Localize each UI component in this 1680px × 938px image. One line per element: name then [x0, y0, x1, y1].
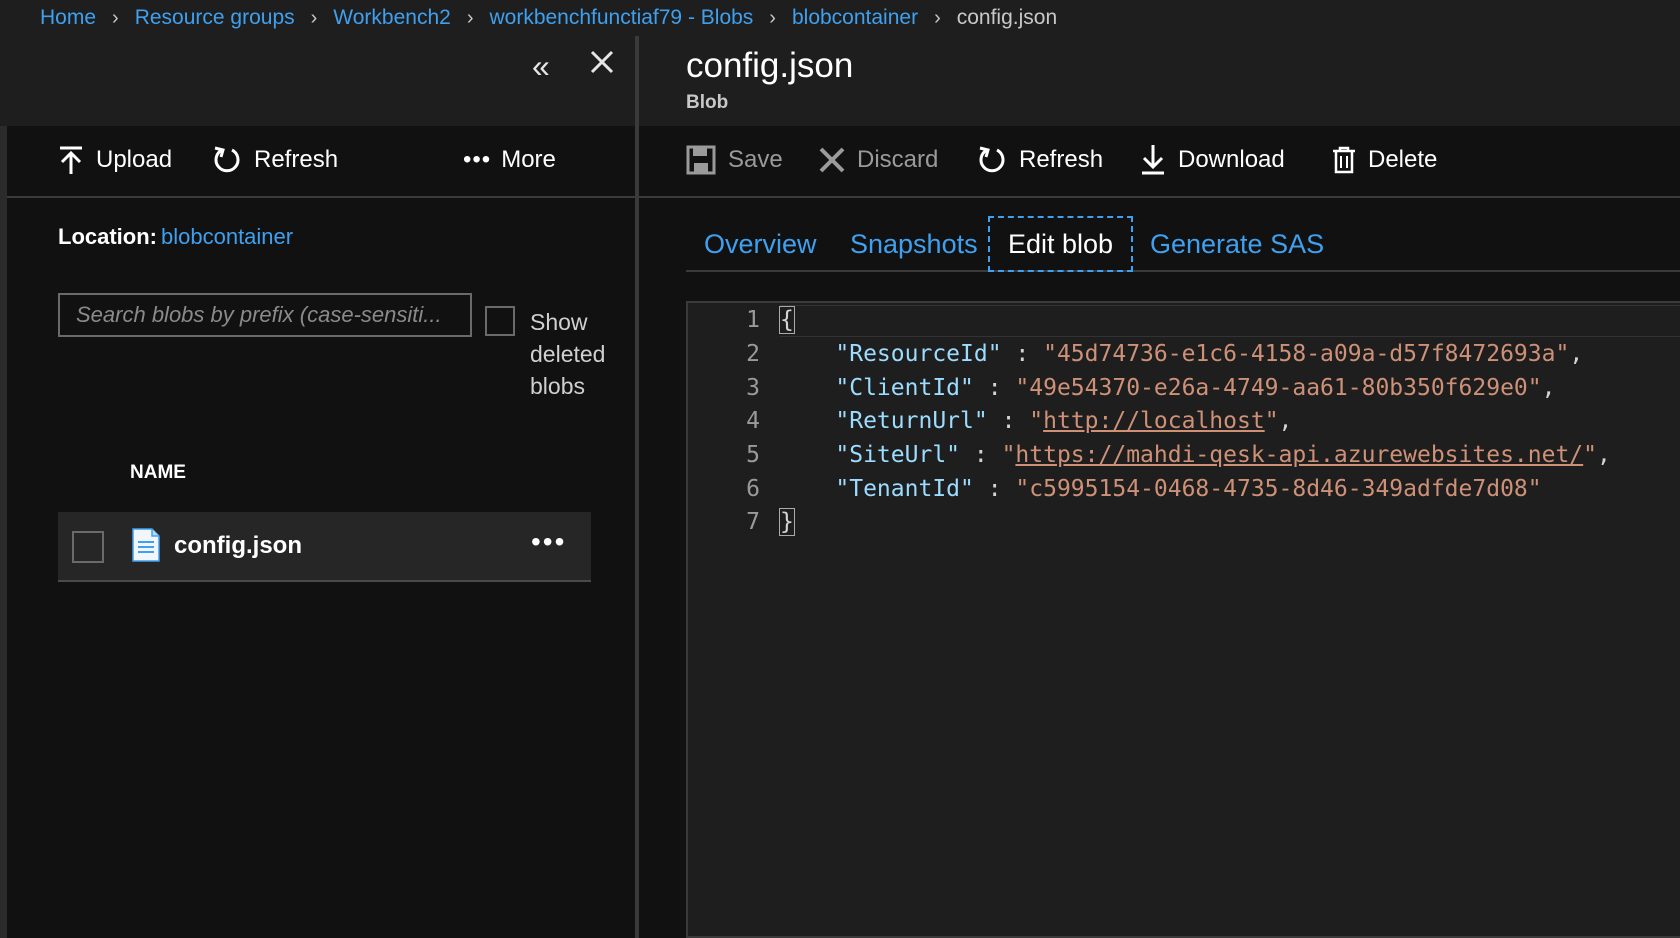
- breadcrumb-workbench2[interactable]: Workbench2: [333, 6, 451, 30]
- chevron-right-icon: ›: [310, 6, 318, 29]
- breadcrumb-blobcontainer[interactable]: blobcontainer: [792, 6, 918, 30]
- chevron-right-icon: ›: [769, 6, 776, 29]
- save-label: Save: [728, 146, 783, 173]
- discard-icon: [819, 147, 845, 173]
- download-label: Download: [1178, 146, 1285, 173]
- line-number: 5: [746, 442, 760, 468]
- refresh-button[interactable]: Refresh: [212, 140, 338, 180]
- breadcrumb-current: config.json: [956, 6, 1058, 29]
- upload-icon: [60, 146, 82, 174]
- line-number: 3: [746, 375, 760, 401]
- line-number: 1: [746, 307, 760, 333]
- show-deleted-checkbox[interactable]: [485, 306, 515, 336]
- line-number: 7: [746, 509, 760, 535]
- download-icon: [1142, 145, 1164, 175]
- right-blade: Save Discard Refresh Download Delete Ove…: [639, 126, 1680, 938]
- breadcrumb-blobs[interactable]: workbenchfunctiaf79 - Blobs: [489, 6, 753, 30]
- column-header-name[interactable]: NAME: [130, 462, 186, 484]
- collapse-icon[interactable]: «: [532, 48, 550, 85]
- blob-name[interactable]: config.json: [174, 532, 302, 560]
- chevron-right-icon: ›: [934, 6, 941, 29]
- right-toolbar: Save Discard Refresh Download Delete: [639, 126, 1680, 198]
- table-row[interactable]: config.json •••: [58, 512, 591, 582]
- search-input[interactable]: Search blobs by prefix (case-sensiti...: [58, 293, 472, 337]
- download-button[interactable]: Download: [1140, 140, 1285, 180]
- refresh-icon: [979, 146, 1005, 173]
- refresh-label: Refresh: [254, 146, 339, 173]
- more-icon: •••: [463, 146, 492, 173]
- code-editor[interactable]: 1 2 3 4 5 6 7 { "ResourceId" : "45d74736…: [686, 301, 1680, 938]
- more-button[interactable]: ••• More: [463, 140, 556, 180]
- breadcrumb: Home › Resource groups › Workbench2 › wo…: [0, 0, 1680, 36]
- code-line: "ClientId" : "49e54370-e26a-4749-aa61-80…: [835, 375, 1556, 401]
- upload-label: Upload: [96, 146, 173, 173]
- chevron-right-icon: ›: [112, 6, 119, 29]
- line-number: 6: [746, 476, 760, 502]
- close-icon[interactable]: [590, 50, 614, 79]
- code-line: "SiteUrl" : "https://mahdi-qesk-api.azur…: [835, 442, 1611, 468]
- code-line: "ResourceId" : "45d74736-e1c6-4158-a09a-…: [835, 341, 1584, 367]
- trash-icon: [1333, 146, 1355, 174]
- code-line: "ReturnUrl" : "http://localhost",: [835, 408, 1293, 434]
- location-label: Location:: [58, 224, 157, 249]
- show-deleted-label: Show deleted blobs: [530, 309, 606, 399]
- tab-generate-sas[interactable]: Generate SAS: [1150, 216, 1324, 272]
- url-link[interactable]: https://mahdi-qesk-api.azurewebsites.net…: [1015, 442, 1583, 468]
- left-toolbar: Upload Refresh ••• More: [7, 126, 635, 198]
- save-button[interactable]: Save: [686, 140, 783, 180]
- url-link[interactable]: http://localhost: [1043, 408, 1265, 434]
- save-icon: [686, 145, 716, 175]
- delete-button[interactable]: Delete: [1332, 140, 1437, 180]
- line-number: 4: [746, 408, 760, 434]
- refresh-icon: [214, 146, 240, 173]
- tab-edit-blob[interactable]: Edit blob: [988, 216, 1134, 272]
- row-more-icon[interactable]: •••: [531, 526, 566, 558]
- upload-button[interactable]: Upload: [58, 140, 172, 180]
- file-icon: [131, 528, 161, 567]
- location: Location: blobcontainer: [58, 224, 293, 250]
- tab-overview[interactable]: Overview: [704, 216, 817, 272]
- page-title: config.json: [686, 46, 854, 85]
- current-line-highlight: [780, 305, 1680, 337]
- search-placeholder: Search blobs by prefix (case-sensiti...: [76, 302, 442, 327]
- code-line: {: [779, 306, 795, 334]
- breadcrumb-resource-groups[interactable]: Resource groups: [135, 6, 295, 30]
- location-link[interactable]: blobcontainer: [161, 224, 293, 249]
- refresh-blob-button[interactable]: Refresh: [977, 140, 1103, 180]
- right-blade-header: config.json Blob: [639, 36, 1680, 126]
- discard-label: Discard: [857, 146, 939, 173]
- discard-button[interactable]: Discard: [819, 140, 938, 180]
- left-blade: Upload Refresh ••• More Location: blobcon…: [0, 126, 635, 938]
- line-number: 2: [746, 341, 760, 367]
- refresh-label: Refresh: [1019, 146, 1104, 173]
- chevron-right-icon: ›: [466, 6, 474, 29]
- tab-snapshots[interactable]: Snapshots: [850, 216, 978, 272]
- line-number-gutter: 1 2 3 4 5 6 7: [688, 303, 780, 936]
- code-line: }: [779, 508, 795, 536]
- row-checkbox[interactable]: [72, 531, 104, 563]
- page-subtitle: Blob: [686, 92, 729, 113]
- left-blade-header: «: [0, 36, 635, 126]
- tab-bar: Overview Snapshots Edit blob Generate SA…: [686, 212, 1680, 272]
- delete-label: Delete: [1368, 146, 1438, 173]
- breadcrumb-home[interactable]: Home: [40, 6, 96, 30]
- more-label: More: [501, 146, 556, 173]
- code-line: "TenantId" : "c5995154-0468-4735-8d46-34…: [835, 476, 1542, 502]
